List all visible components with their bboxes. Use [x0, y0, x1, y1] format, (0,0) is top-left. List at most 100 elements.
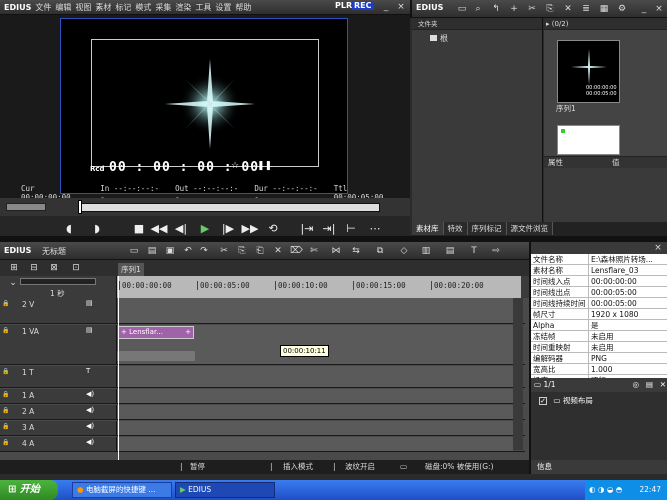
timeline-vscrollbar[interactable] — [513, 298, 523, 450]
cut-icon[interactable]: ✂ — [526, 3, 538, 15]
rec-button[interactable]: REC — [352, 1, 374, 10]
open-icon[interactable]: ▤ — [146, 245, 158, 257]
track-lane[interactable] — [117, 366, 513, 387]
track-lock-icon[interactable]: 🔒 — [2, 368, 9, 375]
video-track-icon[interactable]: ▤ — [86, 326, 93, 334]
razor-icon[interactable]: ✄ — [308, 245, 320, 257]
speaker-icon[interactable]: ◀) — [86, 390, 94, 398]
view-icon[interactable]: ▦ — [598, 3, 610, 15]
ripple-delete-icon[interactable]: ⌦ — [290, 245, 303, 257]
start-button[interactable]: ⊞ 开始 — [0, 480, 58, 500]
player-scrubber[interactable] — [0, 198, 410, 216]
track-lane[interactable] — [117, 405, 513, 419]
track-lane[interactable] — [117, 389, 513, 403]
title-icon[interactable]: T — [468, 245, 480, 257]
effect-settings-icon[interactable]: ▤ — [646, 378, 653, 392]
insert-to-timeline-icon[interactable]: |⇥ — [298, 221, 316, 237]
bin-close-icon[interactable]: × — [653, 3, 665, 15]
track-2[interactable]: 🔒 1 T T — [0, 366, 525, 388]
set-out-icon[interactable]: ◗ — [88, 221, 106, 237]
track-lock-icon[interactable]: 🔒 — [2, 300, 9, 307]
settings-icon[interactable]: ⚙ — [616, 3, 628, 15]
track-3[interactable]: 🔒 1 A ◀) — [0, 389, 525, 404]
title-track-icon[interactable]: T — [86, 367, 90, 375]
tray-icons[interactable]: ◐ ◑ ◒ ◓ — [589, 485, 622, 494]
attr-column-header[interactable]: 属性 — [548, 158, 563, 167]
redo-icon[interactable]: ↷ — [198, 245, 210, 257]
menu-item-4[interactable]: 标记 — [115, 2, 131, 13]
track-5[interactable]: 🔒 3 A ◀) — [0, 421, 525, 436]
menu-item-2[interactable]: 视图 — [75, 2, 91, 13]
bin-tab-0[interactable]: 素材库 — [412, 222, 444, 235]
track-header[interactable]: 🔒 3 A ◀) — [0, 421, 117, 435]
track-header[interactable]: 🔒 2 A ◀) — [0, 405, 117, 419]
position-bar[interactable] — [78, 203, 380, 212]
track-lock-icon[interactable]: 🔒 — [2, 327, 9, 334]
minimize-icon[interactable]: _ — [380, 1, 392, 13]
copy-icon[interactable]: ⎘ — [544, 3, 556, 15]
step-forward-icon[interactable]: |▶ — [219, 221, 237, 237]
track-header[interactable]: 🔒 1 T T — [0, 366, 117, 387]
set-in-icon[interactable]: ◖ — [60, 221, 78, 237]
group-icon[interactable]: ⧉ — [374, 245, 386, 257]
track-4[interactable]: 🔒 2 A ◀) — [0, 405, 525, 420]
link-mode-icon[interactable]: ⊡ — [70, 262, 82, 274]
track-lock-icon[interactable]: 🔒 — [2, 423, 9, 430]
up-folder-icon[interactable]: ↰ — [490, 3, 502, 15]
root-folder[interactable]: 根 — [412, 30, 542, 44]
close-icon[interactable]: × — [395, 1, 407, 13]
track-header[interactable]: 🔒 1 VA ▤ — [0, 325, 117, 364]
clip-thumbnail-2[interactable] — [557, 125, 620, 155]
plr-button[interactable]: PLR — [335, 1, 352, 10]
track-header[interactable]: 🔒 1 A ◀) — [0, 389, 117, 403]
task-browser[interactable]: ● 电脑截屏的快捷键 ... — [72, 482, 172, 498]
position-handle[interactable] — [78, 200, 82, 214]
track-0[interactable]: 🔒 2 V ▤ — [0, 298, 525, 324]
info-tab[interactable]: 信息 — [531, 460, 667, 474]
menu-item-9[interactable]: 设置 — [215, 2, 231, 13]
more-options-icon[interactable]: ⋯ — [366, 221, 384, 237]
marker-icon[interactable]: ◇ — [398, 245, 410, 257]
speaker-icon[interactable]: ◀) — [86, 406, 94, 414]
bin-minimize-icon[interactable]: _ — [638, 3, 650, 15]
delete-timeline-icon[interactable]: ✕ — [272, 245, 284, 257]
properties-icon[interactable]: ≣ — [580, 3, 592, 15]
speaker-icon[interactable]: ◀) — [86, 438, 94, 446]
menu-item-10[interactable]: 帮助 — [235, 2, 251, 13]
loop-icon[interactable]: ⟲ — [264, 221, 282, 237]
paste-icon[interactable]: ⎗ — [254, 245, 266, 257]
overwrite-icon[interactable]: ⇥| — [320, 221, 338, 237]
folder-icon[interactable]: ▭ — [456, 3, 468, 15]
clip-lensflare[interactable]: + Lensflar... + — [118, 326, 194, 339]
bin-nav-icon[interactable]: ▸ — [546, 20, 550, 28]
search-icon[interactable]: ⌕ — [472, 3, 484, 15]
clip-thumbnail[interactable]: 00:00:00:00 00:00:05:00 — [557, 40, 620, 103]
playhead[interactable] — [118, 276, 119, 460]
split-mode-icon[interactable]: ⊟ — [28, 262, 40, 274]
track-1[interactable]: 🔒 1 VA ▤ — [0, 325, 525, 365]
ruler-scale[interactable]: 00:00:00:00 00:00:05:00 00:00:10:00 00:00:1… — [117, 276, 521, 298]
track-mode-icon[interactable]: ⊞ — [8, 262, 20, 274]
menu-item-5[interactable]: 模式 — [135, 2, 151, 13]
sync-icon[interactable]: ⇆ — [350, 245, 362, 257]
new-sequence-icon[interactable]: ▭ — [128, 245, 140, 257]
track-lane[interactable] — [117, 437, 513, 451]
speaker-icon[interactable]: ◀) — [86, 422, 94, 430]
track-lock-icon[interactable]: 🔒 — [2, 407, 9, 414]
delete-icon[interactable]: ✕ — [562, 3, 574, 15]
export-icon[interactable]: ⇨ — [490, 245, 502, 257]
trim-icon[interactable]: ⊢ — [342, 221, 360, 237]
menu-item-8[interactable]: 工具 — [195, 2, 211, 13]
zoom-slider[interactable] — [20, 278, 96, 285]
effect-checkbox[interactable]: ✓ — [539, 397, 547, 405]
track-lane[interactable] — [117, 298, 513, 323]
add-clip-icon[interactable]: + — [508, 3, 520, 15]
bin-tab-2[interactable]: 序列标记 — [467, 222, 507, 235]
track-lock-icon[interactable]: 🔒 — [2, 439, 9, 446]
track-lane[interactable] — [117, 421, 513, 435]
audio-mixer-icon[interactable]: ▤ — [444, 245, 456, 257]
track-lock-icon[interactable]: 🔒 — [2, 391, 9, 398]
ripple-status[interactable]: 波纹开启 — [345, 460, 375, 474]
render-icon[interactable]: ▥ — [420, 245, 432, 257]
track-header[interactable]: 🔒 4 A ◀) — [0, 437, 117, 451]
